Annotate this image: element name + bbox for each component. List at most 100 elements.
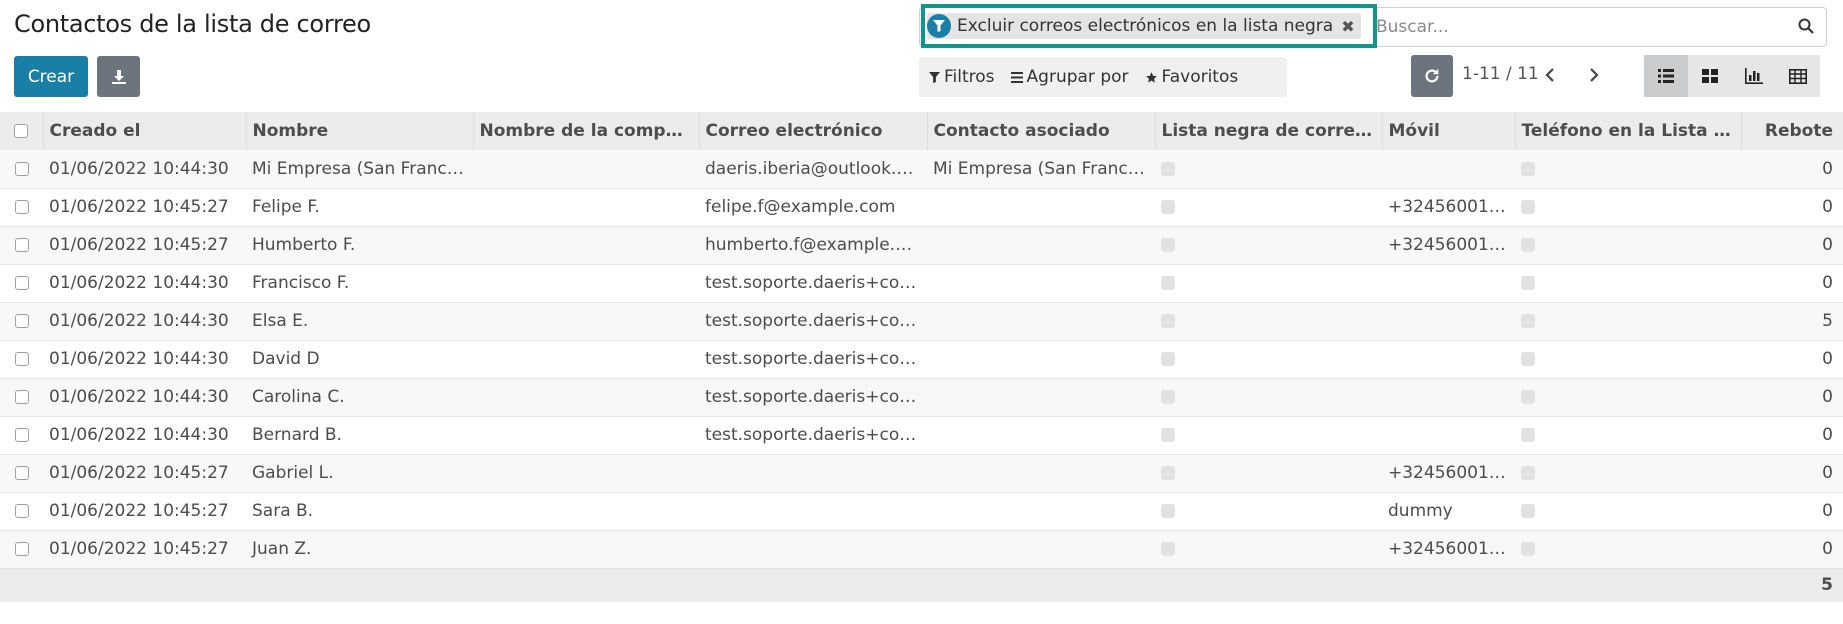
cell-created: 01/06/2022 10:45:27 — [49, 539, 229, 559]
pager-next-button[interactable] — [1582, 62, 1606, 88]
row-checkbox[interactable] — [0, 150, 43, 188]
cell-name: Francisco F. — [252, 273, 350, 293]
table-row[interactable]: 01/06/2022 10:45:27 Gabriel L. +3245600112… — [0, 454, 1843, 492]
cell-created: 01/06/2022 10:45:27 — [49, 501, 229, 521]
download-button[interactable] — [97, 56, 140, 97]
table-header-row: Creado el Nombre Nombre de la compa… Cor… — [0, 112, 1843, 150]
row-checkbox[interactable] — [0, 264, 43, 302]
cell-name: Bernard B. — [252, 425, 342, 445]
table-row[interactable]: 01/06/2022 10:45:27 Humberto F. humberto.f… — [0, 226, 1843, 264]
favorites-label: Favoritos — [1161, 67, 1239, 87]
cell-created: 01/06/2022 10:45:27 — [49, 235, 229, 255]
refresh-button[interactable] — [1411, 55, 1453, 97]
cell-company — [473, 264, 699, 302]
search-input[interactable] — [1376, 14, 1776, 40]
cell-mobile: +32456001100 — [1388, 235, 1515, 255]
column-header-mobile[interactable]: Móvil — [1382, 112, 1516, 150]
cell-email — [699, 530, 927, 568]
pager-value[interactable]: 1-11 / 11 — [1462, 64, 1539, 84]
row-checkbox[interactable] — [0, 302, 43, 340]
graph-view-button[interactable] — [1732, 55, 1776, 97]
column-header-phone-blacklist[interactable]: Teléfono en la Lista Ne… — [1515, 112, 1742, 150]
list-view-button[interactable] — [1644, 55, 1688, 97]
table-row[interactable]: 01/06/2022 10:45:27 Juan Z. +32456001133 0 — [0, 530, 1843, 568]
cell-bounce: 0 — [1822, 235, 1833, 255]
column-header-name[interactable]: Nombre — [246, 112, 474, 150]
cell-bounce: 0 — [1822, 387, 1833, 407]
favorites-button[interactable]: Favoritos — [1145, 67, 1239, 87]
cell-email-blacklist — [1155, 378, 1382, 416]
search-facet[interactable]: Excluir correos electrónicos en la lista… — [927, 13, 1361, 39]
table-row[interactable]: 01/06/2022 10:44:30 Bernard B. test.soport… — [0, 416, 1843, 454]
cell-name: Humberto F. — [252, 235, 356, 255]
row-checkbox[interactable] — [0, 340, 43, 378]
cell-mobile — [1382, 416, 1515, 454]
cell-mobile — [1382, 378, 1515, 416]
filter-icon — [927, 14, 951, 38]
table-icon — [1789, 68, 1807, 84]
cell-email: test.soporte.daeris+co… — [705, 273, 917, 293]
cell-contact — [927, 226, 1155, 264]
cell-phone-blacklist — [1515, 530, 1741, 568]
row-checkbox[interactable] — [0, 378, 43, 416]
cell-name: David D — [252, 349, 320, 369]
list-icon — [1010, 71, 1023, 83]
cell-mobile — [1382, 150, 1515, 188]
group-by-label: Agrupar por — [1026, 67, 1129, 87]
cell-created: 01/06/2022 10:44:30 — [49, 273, 229, 293]
row-checkbox[interactable] — [0, 454, 43, 492]
cell-email-blacklist — [1155, 188, 1382, 226]
cell-company — [473, 378, 699, 416]
column-header-bounce[interactable]: Rebote — [1741, 112, 1843, 150]
row-checkbox[interactable] — [0, 492, 43, 530]
cell-mobile: dummy — [1388, 501, 1453, 521]
table-row[interactable]: 01/06/2022 10:44:30 Elsa E. test.soporte.d… — [0, 302, 1843, 340]
table-row[interactable]: 01/06/2022 10:44:30 Francisco F. test.sopo… — [0, 264, 1843, 302]
select-all-checkbox[interactable] — [0, 112, 44, 150]
row-checkbox[interactable] — [0, 416, 43, 454]
cell-email: test.soporte.daeris+co… — [705, 349, 917, 369]
cell-created: 01/06/2022 10:45:27 — [49, 197, 229, 217]
pager-previous-button[interactable] — [1538, 62, 1562, 88]
close-icon[interactable]: ✖ — [1341, 17, 1354, 36]
cell-contact — [927, 302, 1155, 340]
kanban-view-button[interactable] — [1688, 55, 1732, 97]
filters-button[interactable]: Filtros — [929, 67, 995, 87]
create-button[interactable]: Crear — [14, 56, 88, 97]
column-header-email[interactable]: Correo electrónico — [699, 112, 928, 150]
cell-created: 01/06/2022 10:44:30 — [49, 387, 229, 407]
table-row[interactable]: 01/06/2022 10:44:30 Carolina C. test.sopor… — [0, 378, 1843, 416]
view-switcher — [1644, 55, 1820, 97]
table-row[interactable]: 01/06/2022 10:44:30 David D test.soporte.d… — [0, 340, 1843, 378]
search-panel-toolbar: Filtros Agrupar por Favoritos — [919, 57, 1287, 97]
column-header-contact[interactable]: Contacto asociado — [927, 112, 1156, 150]
group-by-button[interactable]: Agrupar por — [1010, 67, 1129, 87]
pivot-view-button[interactable] — [1776, 55, 1820, 97]
cell-bounce: 0 — [1822, 463, 1833, 483]
cell-contact — [927, 264, 1155, 302]
cell-company — [473, 454, 699, 492]
table-row[interactable]: 01/06/2022 10:45:27 Felipe F. felipe.f@exa… — [0, 188, 1843, 226]
cell-phone-blacklist — [1515, 454, 1741, 492]
cell-contact: Mi Empresa (San Franc… — [933, 158, 1145, 179]
cell-email-blacklist — [1155, 416, 1382, 454]
table-row[interactable]: 01/06/2022 10:45:27 Sara B. dummy 0 — [0, 492, 1843, 530]
table-row[interactable]: 01/06/2022 10:44:30 Mi Empresa (San Franc… — [0, 150, 1843, 188]
row-checkbox[interactable] — [0, 226, 43, 264]
filters-label: Filtros — [944, 67, 995, 87]
cell-email — [699, 454, 927, 492]
row-checkbox[interactable] — [0, 530, 43, 568]
kanban-icon — [1702, 69, 1718, 83]
cell-phone-blacklist — [1515, 492, 1741, 530]
cell-phone-blacklist — [1515, 188, 1741, 226]
search-icon[interactable] — [1795, 15, 1817, 37]
cell-bounce: 0 — [1822, 501, 1833, 521]
row-checkbox[interactable] — [0, 188, 43, 226]
cell-name: Gabriel L. — [252, 463, 334, 483]
column-header-email-blacklist[interactable]: Lista negra de correo … — [1155, 112, 1383, 150]
cell-created: 01/06/2022 10:44:30 — [49, 311, 229, 331]
column-header-company[interactable]: Nombre de la compa… — [473, 112, 700, 150]
column-header-created[interactable]: Creado el — [43, 112, 247, 150]
list-icon — [1658, 69, 1674, 83]
cell-phone-blacklist — [1515, 416, 1741, 454]
